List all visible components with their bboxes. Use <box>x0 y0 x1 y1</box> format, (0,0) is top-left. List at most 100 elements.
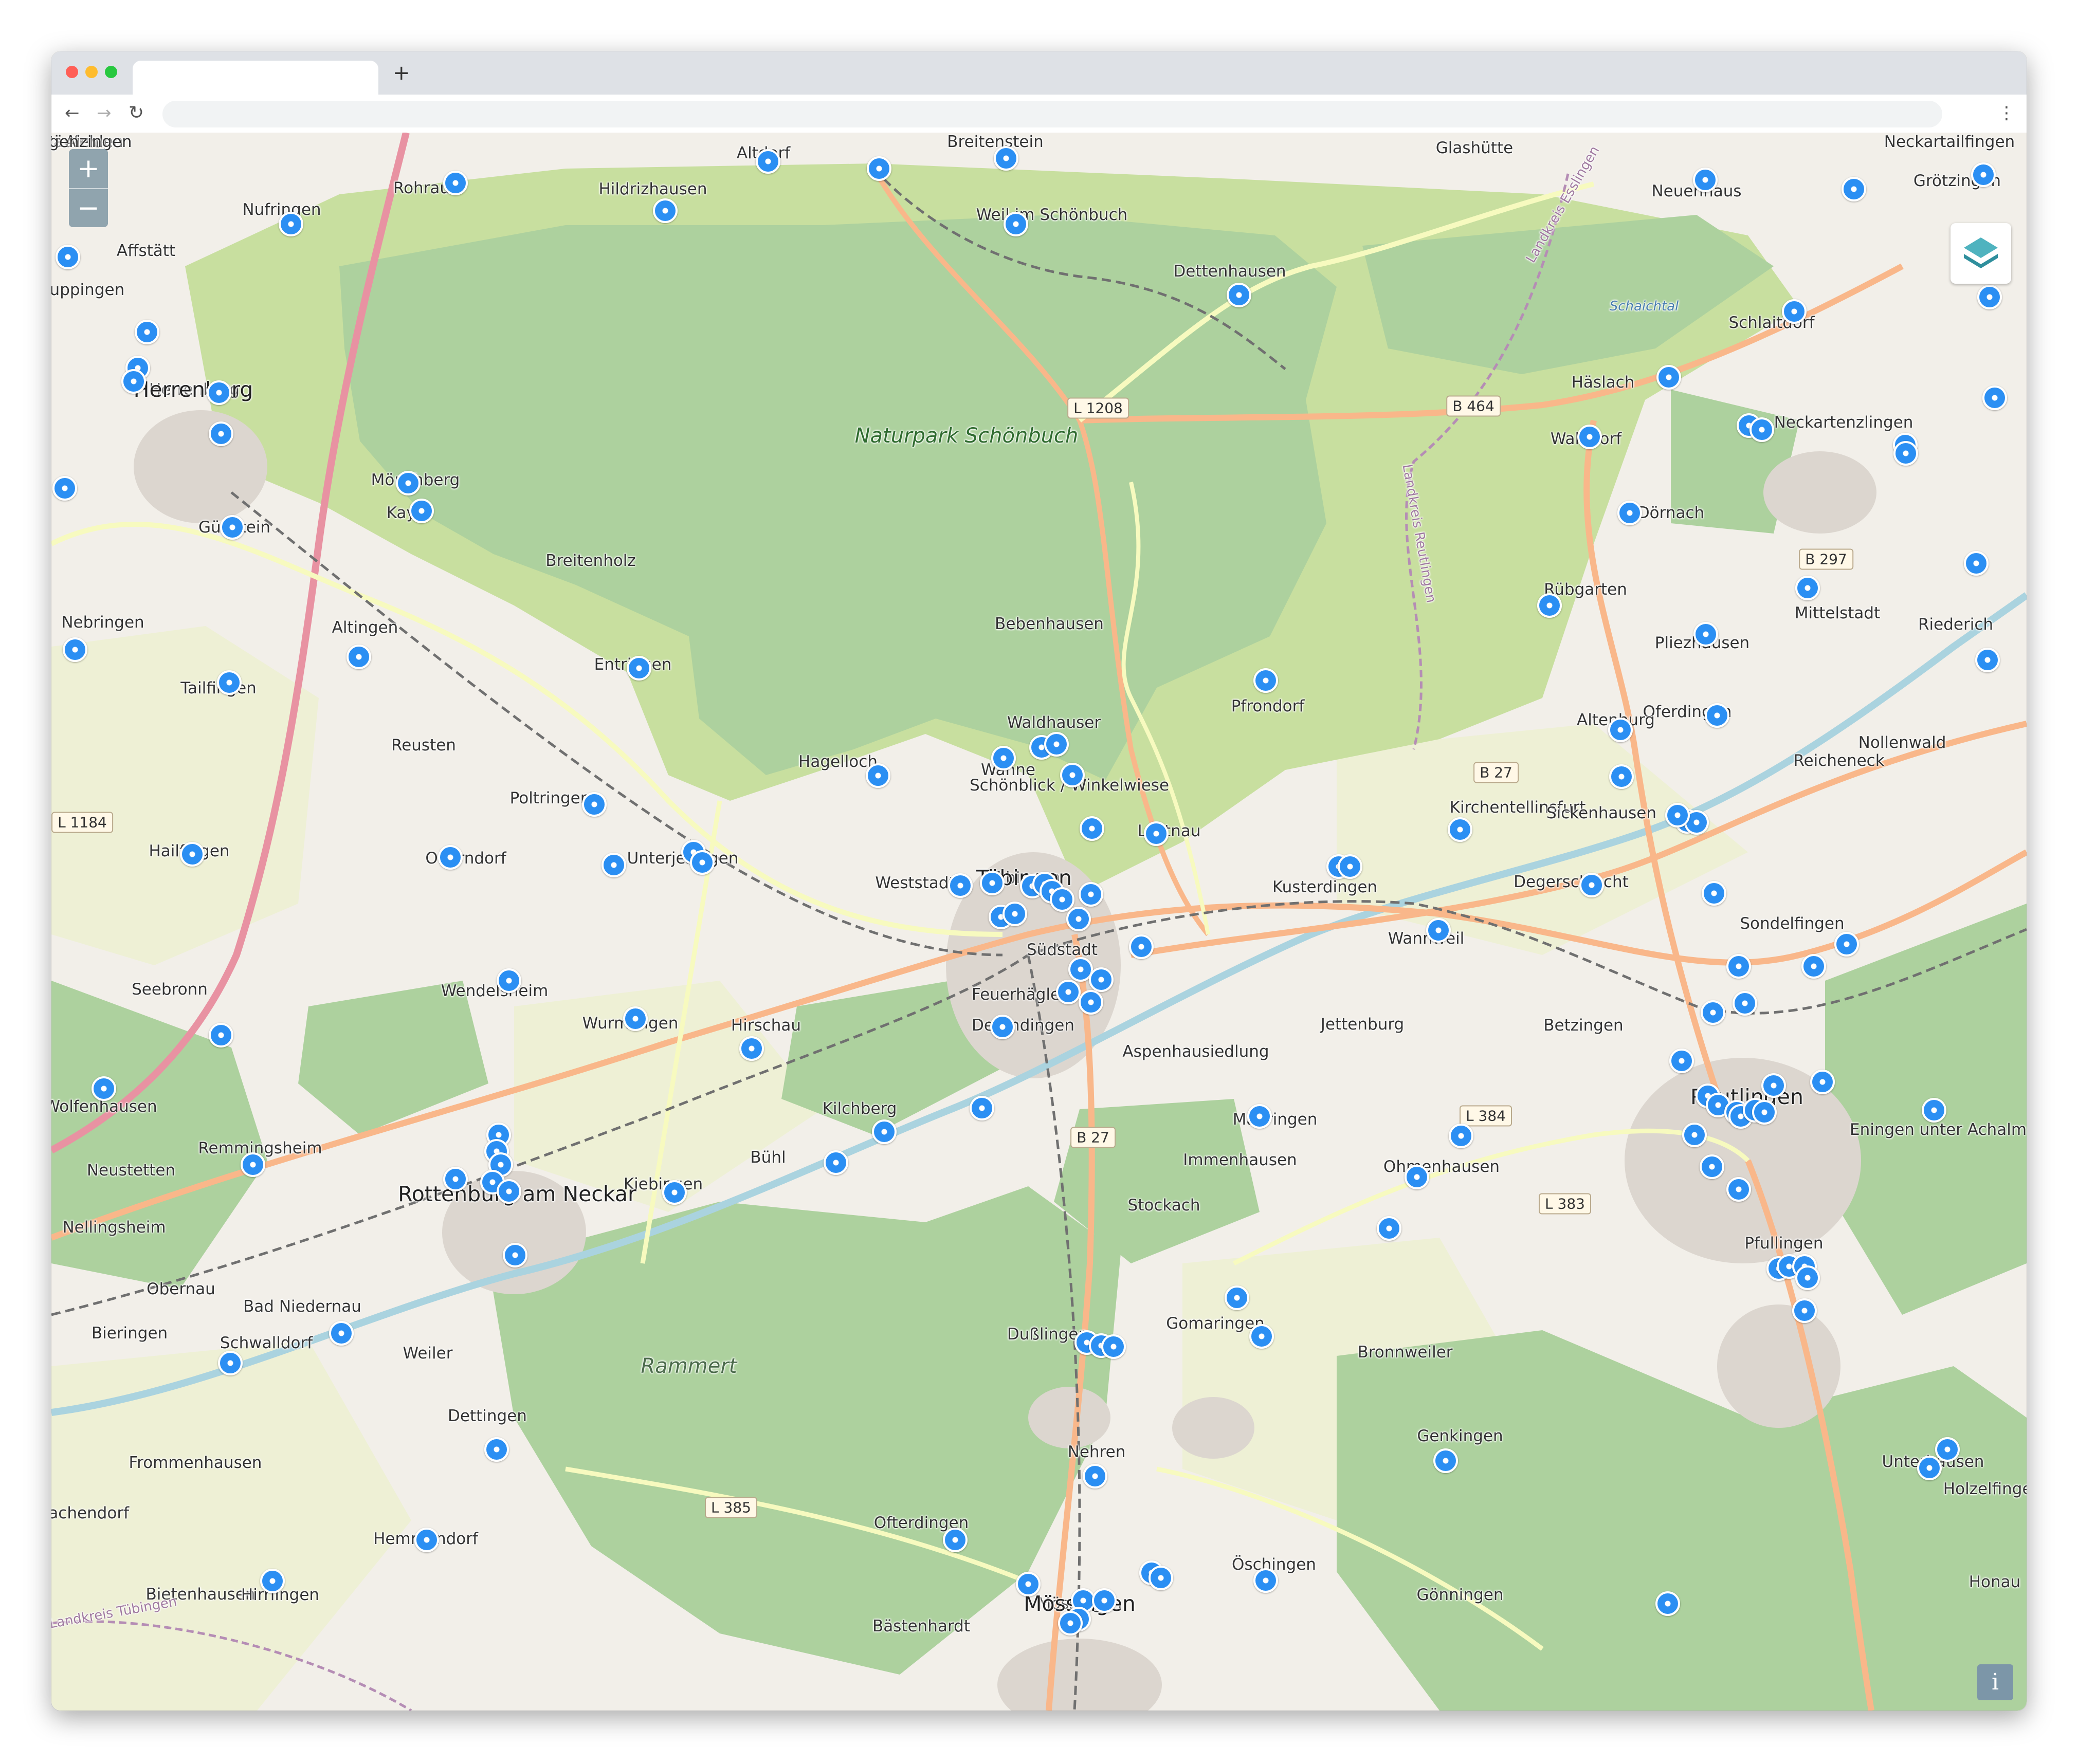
map-marker[interactable] <box>1665 803 1690 828</box>
map-marker[interactable] <box>1405 1165 1429 1189</box>
map-marker[interactable] <box>867 156 891 181</box>
map-marker[interactable] <box>1971 162 1996 187</box>
map-marker[interactable] <box>662 1180 687 1205</box>
map-marker[interactable] <box>1922 1098 1946 1123</box>
map-marker[interactable] <box>497 968 521 993</box>
maximize-window-button[interactable] <box>105 66 117 78</box>
zoom-out-button[interactable]: − <box>69 188 108 227</box>
map-marker[interactable] <box>260 1569 285 1593</box>
map-marker[interactable] <box>627 656 651 681</box>
map-marker[interactable] <box>1977 285 2002 309</box>
map-marker[interactable] <box>1249 1324 1274 1349</box>
map-marker[interactable] <box>52 476 77 501</box>
forward-button[interactable]: → <box>97 101 112 125</box>
map-marker[interactable] <box>1247 1104 1272 1129</box>
map-marker[interactable] <box>1101 1334 1126 1359</box>
map-marker[interactable] <box>1608 718 1633 742</box>
map-marker[interactable] <box>443 171 468 195</box>
map-marker[interactable] <box>1693 168 1718 192</box>
map-marker[interactable] <box>1044 732 1069 757</box>
map-marker[interactable] <box>1795 576 1820 600</box>
map-marker[interactable] <box>1795 1265 1820 1290</box>
map-marker[interactable] <box>994 146 1018 171</box>
map-marker[interactable] <box>1702 881 1726 906</box>
map-marker[interactable] <box>1782 299 1807 324</box>
map-marker[interactable] <box>1733 991 1757 1016</box>
map-view[interactable]: AltdorfBreitensteinGlashütteNeuenhausGrö… <box>51 133 2027 1711</box>
map-marker[interactable] <box>1682 1123 1707 1147</box>
map-marker[interactable] <box>207 380 231 405</box>
map-marker[interactable] <box>218 1351 243 1375</box>
map-marker[interactable] <box>1579 873 1604 897</box>
map-marker[interactable] <box>1982 385 2007 410</box>
map-marker[interactable] <box>1056 980 1081 1004</box>
map-marker[interactable] <box>1253 668 1278 693</box>
map-marker[interactable] <box>1701 1000 1725 1025</box>
map-marker[interactable] <box>1066 907 1091 931</box>
map-marker[interactable] <box>1426 918 1451 943</box>
map-marker[interactable] <box>1975 648 2000 672</box>
map-marker[interactable] <box>1433 1448 1458 1473</box>
map-marker[interactable] <box>1893 441 1918 466</box>
map-marker[interactable] <box>690 850 715 875</box>
map-marker[interactable] <box>943 1528 968 1552</box>
layers-button[interactable] <box>1951 223 2011 284</box>
map-marker[interactable] <box>1792 1298 1817 1323</box>
map-marker[interactable] <box>1225 1285 1249 1310</box>
map-marker[interactable] <box>484 1437 509 1462</box>
map-marker[interactable] <box>1761 1073 1786 1098</box>
map-marker[interactable] <box>438 845 463 870</box>
browser-menu-button[interactable]: ⋮ <box>1998 101 2015 125</box>
browser-tab[interactable] <box>133 61 378 95</box>
map-marker[interactable] <box>1080 816 1104 841</box>
reload-button[interactable]: ↻ <box>129 101 144 125</box>
map-marker[interactable] <box>1705 703 1729 728</box>
map-marker[interactable] <box>980 871 1005 895</box>
map-marker[interactable] <box>582 792 607 817</box>
map-marker[interactable] <box>991 746 1016 770</box>
map-marker[interactable] <box>653 198 678 223</box>
map-marker[interactable] <box>92 1076 116 1101</box>
map-marker[interactable] <box>1338 854 1362 879</box>
map-marker[interactable] <box>1253 1568 1278 1593</box>
map-marker[interactable] <box>443 1167 468 1191</box>
map-marker[interactable] <box>347 645 371 669</box>
map-marker[interactable] <box>824 1150 848 1175</box>
map-marker[interactable] <box>1749 417 1774 442</box>
map-marker[interactable] <box>872 1119 897 1144</box>
map-marker[interactable] <box>970 1096 994 1120</box>
map-marker[interactable] <box>1092 1588 1117 1613</box>
map-marker[interactable] <box>497 1179 521 1204</box>
map-marker[interactable] <box>1058 1611 1083 1636</box>
map-marker[interactable] <box>1726 1177 1751 1202</box>
map-marker[interactable] <box>241 1152 265 1177</box>
map-marker[interactable] <box>396 471 421 495</box>
map-marker[interactable] <box>1577 425 1602 449</box>
map-marker[interactable] <box>1002 902 1027 926</box>
map-marker[interactable] <box>1448 817 1472 842</box>
map-marker[interactable] <box>1089 967 1114 992</box>
map-marker[interactable] <box>1537 593 1562 618</box>
map-marker[interactable] <box>1801 954 1826 979</box>
map-marker[interactable] <box>1004 212 1028 236</box>
map-marker[interactable] <box>1655 1591 1680 1616</box>
map-marker[interactable] <box>1810 1070 1835 1094</box>
map-marker[interactable] <box>1935 1437 1960 1462</box>
map-marker[interactable] <box>217 670 242 695</box>
map-marker[interactable] <box>1693 622 1718 647</box>
map-marker[interactable] <box>180 842 205 867</box>
map-marker[interactable] <box>1617 501 1642 525</box>
map-marker[interactable] <box>1726 954 1751 979</box>
minimize-window-button[interactable] <box>85 66 98 78</box>
map-marker[interactable] <box>1669 1049 1694 1073</box>
map-marker[interactable] <box>739 1036 764 1061</box>
close-window-button[interactable] <box>66 66 78 78</box>
map-marker[interactable] <box>948 873 973 898</box>
map-marker[interactable] <box>1842 177 1866 201</box>
address-bar[interactable] <box>162 101 1942 127</box>
map-marker[interactable] <box>135 320 159 344</box>
map-marker[interactable] <box>1050 887 1074 912</box>
map-marker[interactable] <box>414 1528 439 1552</box>
map-marker[interactable] <box>63 637 87 662</box>
map-marker[interactable] <box>279 212 303 236</box>
